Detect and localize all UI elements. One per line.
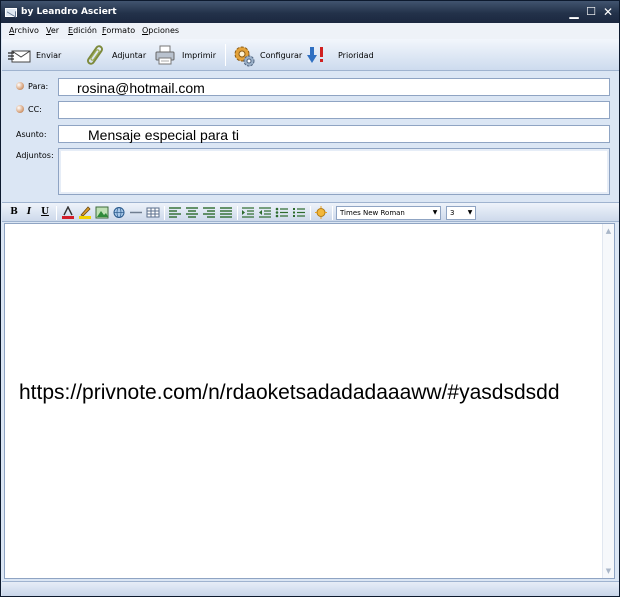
table-icon[interactable] bbox=[146, 206, 160, 219]
scroll-up-icon[interactable]: ▲ bbox=[603, 225, 614, 237]
menu-ver[interactable]: Ver bbox=[46, 26, 59, 35]
cc-field[interactable] bbox=[58, 101, 610, 119]
address-book-icon bbox=[16, 82, 24, 90]
insert-image-icon[interactable] bbox=[95, 206, 109, 219]
bold-button[interactable]: B bbox=[7, 206, 21, 219]
close-button[interactable]: ✕ bbox=[601, 5, 615, 19]
underline-button[interactable]: U bbox=[38, 206, 52, 219]
gears-icon bbox=[232, 44, 255, 67]
chevron-down-icon: ▼ bbox=[467, 209, 473, 216]
align-right-icon[interactable] bbox=[202, 206, 216, 219]
font-family-select[interactable]: Times New Roman ▼ bbox=[336, 206, 441, 220]
menu-edicion[interactable]: Edición bbox=[68, 26, 97, 35]
format-separator bbox=[310, 206, 311, 220]
status-bar bbox=[2, 581, 619, 596]
outdent-icon[interactable] bbox=[258, 206, 272, 219]
minimize-button[interactable]: ▁ bbox=[567, 5, 581, 19]
printer-icon bbox=[154, 44, 176, 66]
align-left-icon[interactable] bbox=[168, 206, 182, 219]
numbered-list-icon[interactable] bbox=[292, 206, 306, 219]
priority-label: Prioridad bbox=[338, 50, 374, 60]
configure-button[interactable]: Configurar bbox=[232, 43, 302, 67]
horizontal-rule-icon[interactable] bbox=[129, 206, 143, 219]
menu-bar: Archivo Ver Edición Formato Opciones bbox=[2, 23, 619, 39]
font-size-select[interactable]: 3 ▼ bbox=[446, 206, 476, 220]
vertical-scrollbar[interactable]: ▲ ▼ bbox=[602, 224, 614, 578]
to-label[interactable]: Para: bbox=[16, 82, 48, 91]
menu-archivo[interactable]: Archivo bbox=[9, 26, 39, 35]
scroll-down-icon[interactable]: ▼ bbox=[603, 565, 614, 577]
envelope-icon bbox=[5, 8, 17, 17]
window-title: by Leandro Asciert bbox=[21, 7, 117, 17]
priority-arrow-icon bbox=[306, 44, 328, 66]
paperclip-icon bbox=[84, 44, 106, 66]
cc-label[interactable]: CC: bbox=[16, 105, 42, 114]
align-center-icon[interactable] bbox=[185, 206, 199, 219]
message-body-text: https://privnote.com/n/rdaoketsadadadaaa… bbox=[19, 381, 560, 404]
emoticon-icon[interactable] bbox=[314, 206, 328, 219]
main-toolbar: Enviar Adjuntar Imprimir Configurar Prio… bbox=[2, 39, 619, 71]
priority-button[interactable]: Prioridad bbox=[306, 43, 374, 67]
menu-opciones[interactable]: Opciones bbox=[142, 26, 179, 35]
format-separator bbox=[332, 206, 333, 220]
menu-formato[interactable]: Formato bbox=[102, 26, 135, 35]
send-label: Enviar bbox=[36, 50, 62, 60]
format-separator bbox=[56, 206, 57, 220]
configure-label: Configurar bbox=[260, 50, 303, 60]
font-color-icon[interactable] bbox=[61, 205, 75, 219]
attach-label: Adjuntar bbox=[112, 50, 147, 60]
print-button[interactable]: Imprimir bbox=[154, 43, 216, 67]
maximize-button[interactable]: ☐ bbox=[584, 5, 598, 19]
attachments-box[interactable] bbox=[58, 148, 610, 195]
format-toolbar: B I U Times New Roman ▼ 3 ▼ bbox=[2, 202, 619, 222]
send-button[interactable]: Enviar bbox=[8, 43, 61, 67]
print-label: Imprimir bbox=[182, 50, 217, 60]
to-field[interactable]: rosina@hotmail.com bbox=[58, 78, 610, 96]
format-separator bbox=[164, 206, 165, 220]
send-icon bbox=[8, 44, 31, 66]
insert-link-icon[interactable] bbox=[112, 206, 126, 219]
justify-icon[interactable] bbox=[219, 206, 233, 219]
compose-window: by Leandro Asciert ▁ ☐ ✕ Archivo Ver Edi… bbox=[0, 0, 620, 597]
bullet-list-icon[interactable] bbox=[275, 206, 289, 219]
chevron-down-icon: ▼ bbox=[432, 209, 438, 216]
highlight-icon[interactable] bbox=[78, 206, 92, 219]
indent-icon[interactable] bbox=[241, 206, 255, 219]
title-bar[interactable]: by Leandro Asciert ▁ ☐ ✕ bbox=[1, 1, 619, 23]
toolbar-separator bbox=[225, 44, 226, 66]
subject-label: Asunto: bbox=[16, 130, 47, 139]
message-body-editor[interactable]: https://privnote.com/n/rdaoketsadadadaaa… bbox=[4, 223, 615, 579]
format-separator bbox=[237, 206, 238, 220]
subject-field[interactable]: Mensaje especial para ti bbox=[58, 125, 610, 143]
attach-button[interactable]: Adjuntar bbox=[84, 43, 146, 67]
address-book-icon bbox=[16, 105, 24, 113]
attachments-label: Adjuntos: bbox=[16, 151, 54, 160]
italic-button[interactable]: I bbox=[22, 206, 36, 219]
header-fields: Para: rosina@hotmail.com CC: Asunto: Men… bbox=[2, 72, 619, 202]
